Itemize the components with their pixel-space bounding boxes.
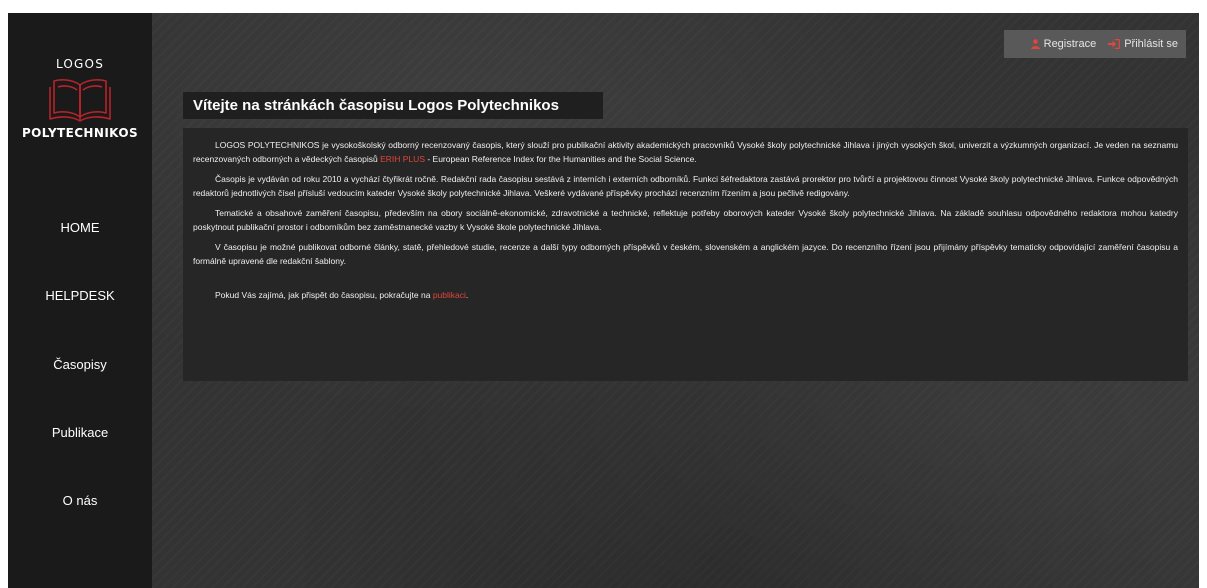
paragraph-1: LOGOS POLYTECHNIKOS je vysokoškolský odb… [193, 138, 1178, 166]
nav-item-casopisy[interactable]: Časopisy [8, 357, 152, 372]
main-content: Registrace Přihlásit se Vítejte na strán… [152, 13, 1199, 588]
paragraph-1-tail: - European Reference Index for the Human… [424, 154, 697, 164]
intro-text-panel: LOGOS POLYTECHNIKOS je vysokoškolský odb… [183, 128, 1188, 381]
nav-item-o-nas[interactable]: O nás [8, 493, 152, 508]
register-label: Registrace [1043, 38, 1097, 50]
login-label: Přihlásit se [1124, 38, 1178, 50]
register-link[interactable]: Registrace [1030, 38, 1097, 50]
paragraph-5: Pokud Vás zajímá, jak přispět do časopis… [193, 288, 1178, 302]
nav-item-helpdesk[interactable]: HELPDESK [8, 288, 152, 303]
auth-bar: Registrace Přihlásit se [1004, 30, 1186, 58]
nav-item-home[interactable]: HOME [8, 220, 152, 235]
page-frame: LOGOS POLYTECHNIKOS HOME HELPDESK Časopi… [8, 13, 1199, 588]
logo-bottom-text: POLYTECHNIKOS [21, 126, 138, 140]
paragraph-2: Časopis je vydáván od roku 2010 a vycház… [193, 174, 1178, 198]
user-icon [1030, 39, 1040, 49]
publikaci-link[interactable]: publikaci [433, 290, 466, 300]
sidebar: LOGOS POLYTECHNIKOS HOME HELPDESK Časopi… [8, 13, 152, 588]
erih-plus-link[interactable]: ERIH PLUS [380, 154, 425, 164]
logo[interactable]: LOGOS POLYTECHNIKOS [8, 53, 152, 153]
paragraph-5-tail: . [465, 290, 469, 300]
logo-top-text: LOGOS [55, 57, 105, 71]
login-link[interactable]: Přihlásit se [1108, 38, 1178, 50]
page-title: Vítejte na stránkách časopisu Logos Poly… [183, 92, 603, 119]
paragraph-5-text: Pokud Vás zajímá, jak přispět do časopis… [215, 290, 433, 300]
book-icon [49, 79, 111, 122]
paragraph-3: Tematické a obsahové zaměření časopisu, … [193, 208, 1178, 232]
nav-item-publikace[interactable]: Publikace [8, 425, 152, 440]
sign-in-icon [1108, 39, 1121, 49]
paragraph-4: V časopisu je možné publikovat odborné č… [193, 242, 1178, 266]
